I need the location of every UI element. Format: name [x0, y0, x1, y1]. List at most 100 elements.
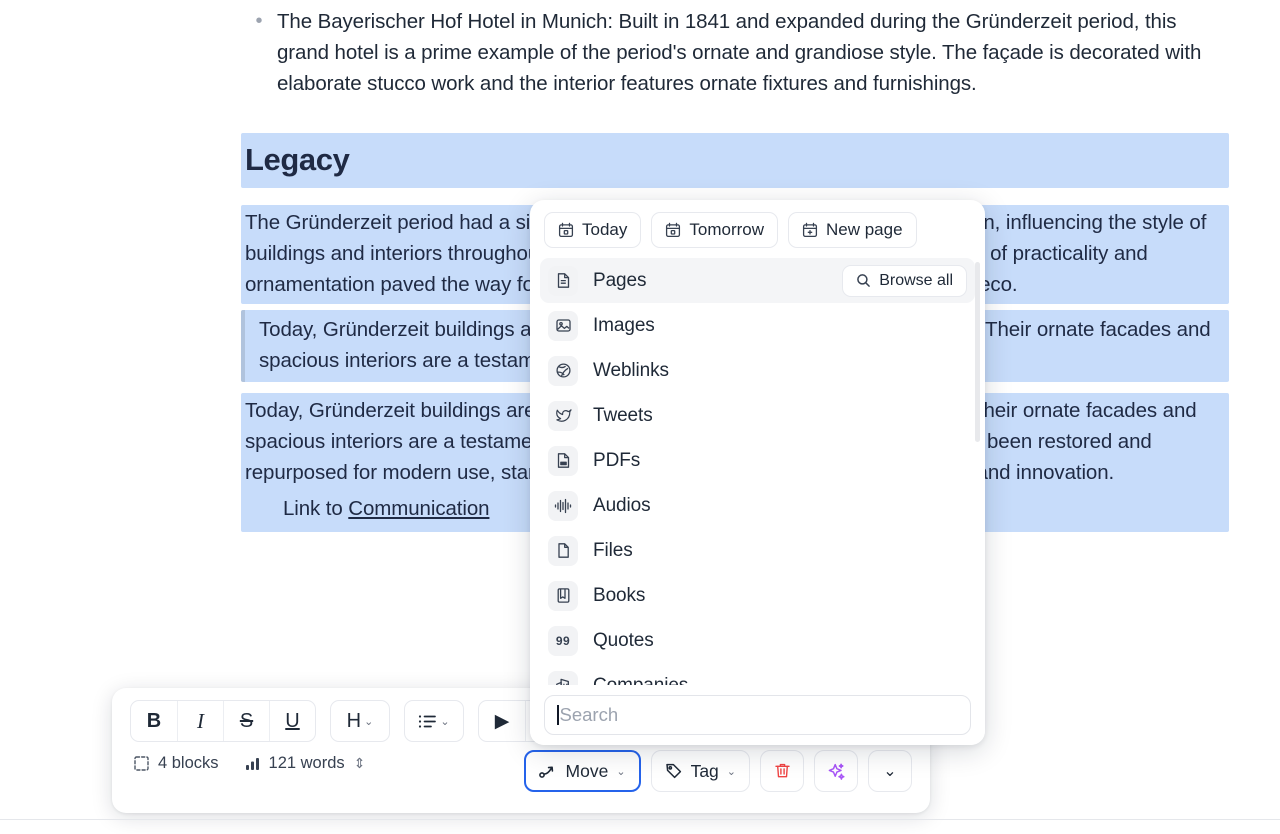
image-icon: [548, 310, 578, 341]
chevron-down-icon: ⌄: [726, 765, 736, 778]
quick-today-button[interactable]: Today: [544, 212, 642, 248]
menu-item-pages[interactable]: Pages Browse all: [540, 258, 975, 303]
document-stats: 4 blocks 121 words ⇕: [134, 754, 365, 773]
app-root: • The Bayerischer Hof Hotel in Munich: B…: [0, 0, 1280, 834]
move-arrow-icon: [538, 764, 558, 779]
move-button[interactable]: Move ⌄: [523, 750, 641, 792]
collapse-toolbar-button[interactable]: ⌄: [868, 750, 912, 792]
menu-item-label: Files: [593, 539, 633, 561]
browse-all-label: Browse all: [879, 271, 953, 289]
blocks-icon: [134, 756, 149, 771]
insert-block-popover: Today Tomorrow New page Pages Browse all…: [530, 200, 985, 745]
list-type-button[interactable]: ⌄: [405, 701, 463, 741]
italic-icon: I: [197, 708, 204, 733]
bold-button[interactable]: B: [131, 701, 177, 741]
underline-button[interactable]: U: [269, 701, 315, 741]
menu-item-label: Pages: [593, 269, 647, 291]
strikethrough-button[interactable]: S: [223, 701, 269, 741]
menu-item-label: Weblinks: [593, 359, 669, 381]
tag-label: Tag: [690, 760, 719, 781]
quick-new-page-button[interactable]: New page: [788, 212, 917, 248]
strikethrough-icon: S: [239, 709, 254, 732]
stepper-icon[interactable]: ⇕: [354, 755, 366, 772]
page-icon: [548, 265, 578, 296]
move-label: Move: [565, 760, 609, 781]
menu-item-pdfs[interactable]: PDFs: [540, 438, 975, 483]
quote-marks-icon: 99: [548, 625, 578, 656]
page-heading: Legacy: [245, 142, 350, 177]
chevron-down-icon: ⌄: [364, 715, 374, 728]
editor-actions: Move ⌄ Tag ⌄ ⌄: [523, 750, 912, 792]
insert-type-list: Pages Browse all Images Weblinks Tweets …: [530, 258, 985, 685]
waveform-icon: [548, 490, 578, 521]
menu-item-label: Companies: [593, 674, 689, 686]
menu-item-companies[interactable]: Companies: [540, 663, 975, 685]
file-icon: [548, 535, 578, 566]
blocks-count-label: 4 blocks: [158, 754, 219, 772]
calendar-tomorrow-icon: [665, 222, 681, 238]
bullet-item-text: The Bayerischer Hof Hotel in Munich: Bui…: [277, 10, 1202, 95]
list-item[interactable]: • The Bayerischer Hof Hotel in Munich: B…: [241, 6, 1229, 99]
menu-item-books[interactable]: Books: [540, 573, 975, 618]
menu-item-audios[interactable]: Audios: [540, 483, 975, 528]
sparkles-icon: [827, 762, 846, 781]
quick-actions-row: Today Tomorrow New page: [530, 200, 985, 258]
bullet-list-block[interactable]: • The Bayerischer Hof Hotel in Munich: B…: [241, 6, 1229, 99]
ai-assist-button[interactable]: [814, 750, 858, 792]
menu-item-label: Quotes: [593, 629, 654, 651]
popover-scrollbar[interactable]: [975, 262, 980, 442]
menu-item-weblinks[interactable]: Weblinks: [540, 348, 975, 393]
chevron-down-icon: ⌄: [616, 765, 626, 778]
heading-level-button[interactable]: H ⌄: [331, 701, 389, 741]
play-icon: ▶: [494, 710, 510, 732]
chart-bars-icon: [245, 756, 260, 771]
menu-item-tweets[interactable]: Tweets: [540, 393, 975, 438]
bold-icon: B: [146, 709, 162, 732]
twitter-bird-icon: [548, 400, 578, 431]
page-bottom-divider: [0, 819, 1280, 820]
menu-item-label: Audios: [593, 494, 651, 516]
bullet-marker: •: [255, 10, 263, 32]
section-heading-block[interactable]: Legacy: [241, 133, 1229, 188]
quick-tomorrow-button[interactable]: Tomorrow: [651, 212, 778, 248]
book-icon: [548, 580, 578, 611]
menu-item-label: PDFs: [593, 449, 641, 471]
formatting-toolbar: B I S U H ⌄ ⌄ ▶: [130, 700, 572, 742]
play-media-button[interactable]: ▶: [479, 701, 525, 741]
calendar-new-page-icon: [802, 222, 818, 238]
menu-item-images[interactable]: Images: [540, 303, 975, 348]
link-prefix: Link to: [283, 497, 349, 520]
calendar-today-icon: [558, 222, 574, 238]
delete-button[interactable]: [760, 750, 804, 792]
menu-item-label: Images: [593, 314, 655, 336]
words-stat[interactable]: 121 words ⇕: [245, 754, 366, 773]
browse-all-button[interactable]: Browse all: [842, 264, 967, 297]
heading-group: H ⌄: [330, 700, 390, 742]
chevron-down-icon: ⌄: [440, 715, 450, 728]
search-placeholder: Search: [559, 704, 619, 725]
quick-tomorrow-label: Tomorrow: [689, 220, 764, 239]
italic-button[interactable]: I: [177, 701, 223, 741]
chevron-down-icon: ⌄: [883, 763, 897, 780]
pdf-icon: [548, 445, 578, 476]
text-style-group: B I S U: [130, 700, 316, 742]
words-count-label: 121 words: [268, 754, 345, 772]
globe-icon: [548, 355, 578, 386]
underline-icon: U: [285, 709, 300, 732]
tag-icon: [665, 762, 683, 780]
trash-icon: [774, 762, 791, 780]
tag-button[interactable]: Tag ⌄: [650, 750, 750, 792]
blocks-stat[interactable]: 4 blocks: [134, 754, 219, 773]
internal-link-communication[interactable]: Communication: [348, 497, 489, 520]
menu-item-quotes[interactable]: 99 Quotes: [540, 618, 975, 663]
quick-new-page-label: New page: [826, 220, 903, 239]
search-icon: [856, 273, 871, 288]
search-input[interactable]: Search: [544, 695, 971, 735]
menu-item-files[interactable]: Files: [540, 528, 975, 573]
quick-today-label: Today: [582, 220, 628, 239]
text-cursor: [557, 705, 559, 725]
menu-item-label: Tweets: [593, 404, 653, 426]
list-group: ⌄: [404, 700, 464, 742]
bullet-list-icon: [418, 714, 437, 729]
building-icon: [548, 670, 578, 685]
